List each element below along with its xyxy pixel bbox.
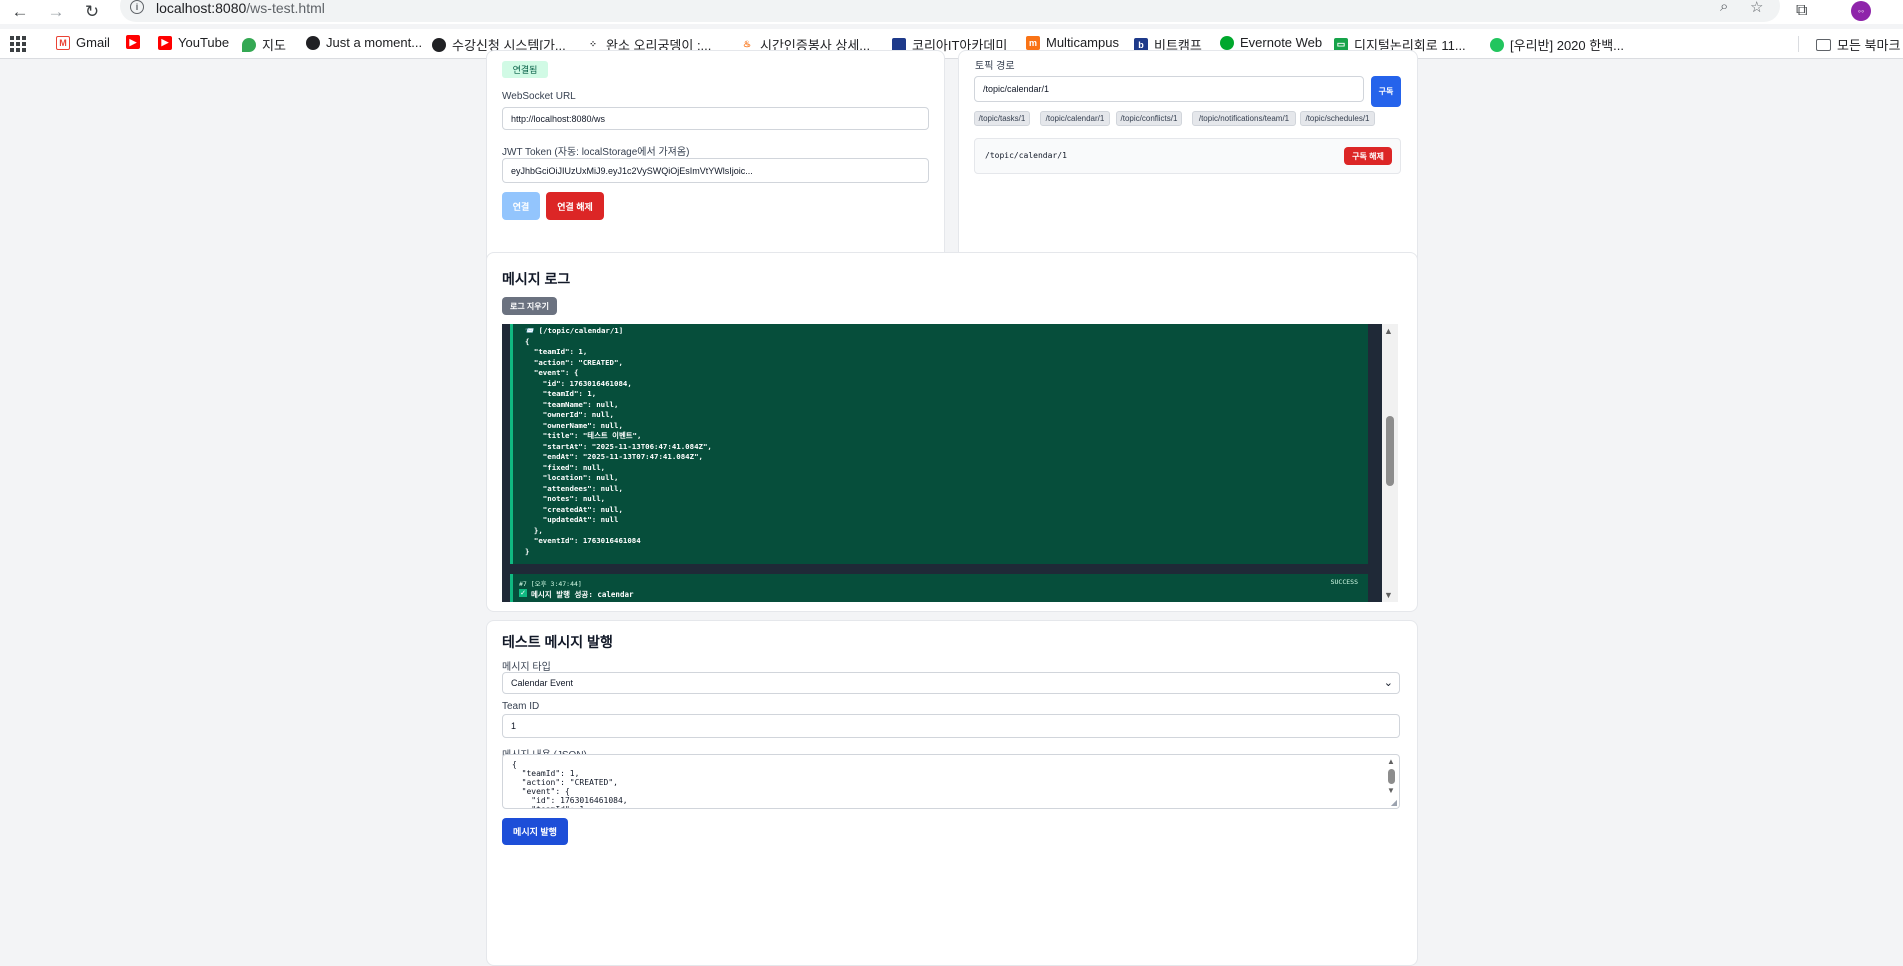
message-type-value: Calendar Event (511, 678, 574, 688)
quick-topic-tasks[interactable]: /topic/tasks/1 (974, 111, 1030, 126)
bookmark-just-a-moment[interactable]: Just a moment... (306, 35, 422, 50)
globe-icon (432, 37, 446, 52)
bookmark-multicampus[interactable]: m Multicampus (1026, 35, 1119, 50)
quick-topic-schedules[interactable]: /topic/schedules/1 (1300, 111, 1375, 126)
connect-button[interactable]: 연결 (502, 192, 540, 220)
youtube-icon: ▶ (158, 35, 172, 50)
scroll-down-icon[interactable]: ▼ (1384, 590, 1393, 600)
scroll-up-icon[interactable]: ▲ (1387, 757, 1395, 766)
publish-title: 테스트 메시지 발행 (502, 634, 613, 650)
log-entry: 📨 [/topic/calendar/1] { "teamId": 1, "ac… (510, 324, 1368, 564)
reload-icon[interactable]: ↻ (80, 0, 104, 24)
address-bar[interactable]: i localhost:8080/ws-test.html ⌕ ☆ (120, 0, 1780, 22)
log-entry-message: 메시지 발행 성공: calendar (531, 590, 634, 599)
evernote-icon (1220, 35, 1234, 50)
active-subscription-topic: /topic/calendar/1 (985, 151, 1067, 160)
bookmarks-separator (1798, 36, 1799, 52)
topic-path-label: 토픽 경로 (975, 61, 1015, 72)
gmail-icon: M (56, 35, 70, 50)
youtube-icon: ▶ (126, 35, 140, 49)
publish-message-button[interactable]: 메시지 발행 (502, 818, 568, 845)
extensions-icon[interactable]: ⧉ (1796, 2, 1807, 20)
profile-avatar[interactable]: ◦◦ (1851, 1, 1871, 21)
scroll-up-icon[interactable]: ▲ (1384, 326, 1393, 336)
forward-icon[interactable]: → (44, 0, 68, 24)
quick-topic-calendar[interactable]: /topic/calendar/1 (1040, 111, 1110, 126)
quick-topic-notifications[interactable]: /topic/notifications/team/1 (1192, 111, 1296, 126)
site-info-icon[interactable]: i (130, 0, 144, 14)
leaf-icon (1490, 37, 1504, 52)
unsubscribe-button[interactable]: 구독 해제 (1344, 147, 1392, 165)
check-icon: ✓ (519, 589, 527, 597)
log-entry-meta: #7 [오후 3:47:44] (519, 580, 582, 588)
textarea-scrollbar-thumb[interactable] (1388, 769, 1395, 784)
folder-icon (1816, 38, 1831, 51)
team-id-label: Team ID (502, 701, 540, 712)
clear-log-button[interactable]: 로그 지우기 (502, 297, 557, 315)
bookmark-gmail[interactable]: M Gmail (56, 35, 110, 50)
maps-pin-icon (242, 37, 256, 52)
message-content-textarea[interactable]: { "teamId": 1, "action": "CREATED", "eve… (502, 754, 1400, 809)
log-scrollbar[interactable]: ▲ ▼ (1382, 324, 1398, 602)
bookmarks-bar: M Gmail ▶ ▶ YouTube 지도 Just a moment... 수강… (0, 29, 1903, 59)
jwt-label: JWT Token (자동: localStorage에서 가져옴) (502, 147, 690, 158)
apps-grid-icon[interactable] (10, 36, 26, 52)
jwt-input[interactable]: eyJhbGciOiJIUzUxMiJ9.eyJ1c2VySWQiOjEsImV… (502, 158, 929, 183)
message-content-text: { "teamId": 1, "action": "CREATED", "eve… (512, 760, 628, 808)
subscribe-button[interactable]: 구독 (1371, 76, 1401, 107)
message-type-select[interactable]: Calendar Event ⌄ (502, 672, 1400, 694)
bookmark-class-2020[interactable]: [우리반] 2020 한백... (1490, 35, 1624, 54)
log-entry-payload: 📨 [/topic/calendar/1] { "teamId": 1, "ac… (525, 326, 712, 556)
ws-url-input[interactable]: http://localhost:8080/ws (502, 107, 929, 130)
scroll-down-icon[interactable]: ▼ (1387, 786, 1395, 795)
resize-handle-icon[interactable]: ◢ (1391, 798, 1397, 807)
log-entry-status: SUCCESS (1330, 578, 1358, 586)
page-content: 연결됨 WebSocket URL http://localhost:8080/… (0, 50, 1903, 966)
topic-input[interactable]: /topic/calendar/1 (974, 76, 1364, 102)
log-scrollbar-thumb[interactable] (1386, 416, 1394, 486)
globe-icon (306, 35, 320, 50)
log-entry: #7 [오후 3:47:44] SUCCESS ✓ 메시지 발행 성공: cal… (510, 574, 1368, 602)
active-subscription-row: /topic/calendar/1 구독 해제 (974, 138, 1401, 174)
message-log-area: 📨 [/topic/calendar/1] { "teamId": 1, "ac… (502, 324, 1382, 602)
zoom-icon[interactable]: ⌕ (1720, 0, 1728, 15)
multicampus-icon: m (1026, 35, 1040, 50)
back-icon[interactable]: ← (8, 0, 32, 24)
bookmark-youtube-icon-only[interactable]: ▶ (126, 35, 146, 49)
message-log-title: 메시지 로그 (502, 271, 571, 287)
quick-topic-conflicts[interactable]: /topic/conflicts/1 (1116, 111, 1182, 126)
bookmark-maps[interactable]: 지도 (242, 35, 286, 54)
disconnect-button[interactable]: 연결 해제 (546, 192, 604, 220)
ws-url-label: WebSocket URL (502, 91, 576, 102)
bookmark-all-folder[interactable]: 모든 북마크 (1816, 35, 1900, 54)
browser-toolbar: ← → ↻ i localhost:8080/ws-test.html ⌕ ☆ … (0, 0, 1903, 24)
url-text: localhost:8080/ws-test.html (156, 0, 325, 16)
chevron-down-icon: ⌄ (1383, 677, 1393, 689)
bookmark-youtube[interactable]: ▶ YouTube (158, 35, 229, 50)
bookmark-evernote[interactable]: Evernote Web (1220, 35, 1322, 50)
connection-status-badge: 연결됨 (502, 61, 548, 78)
bookmark-star-icon[interactable]: ☆ (1750, 0, 1763, 16)
message-type-label: 메시지 타입 (502, 662, 551, 673)
team-id-input[interactable]: 1 (502, 714, 1400, 738)
